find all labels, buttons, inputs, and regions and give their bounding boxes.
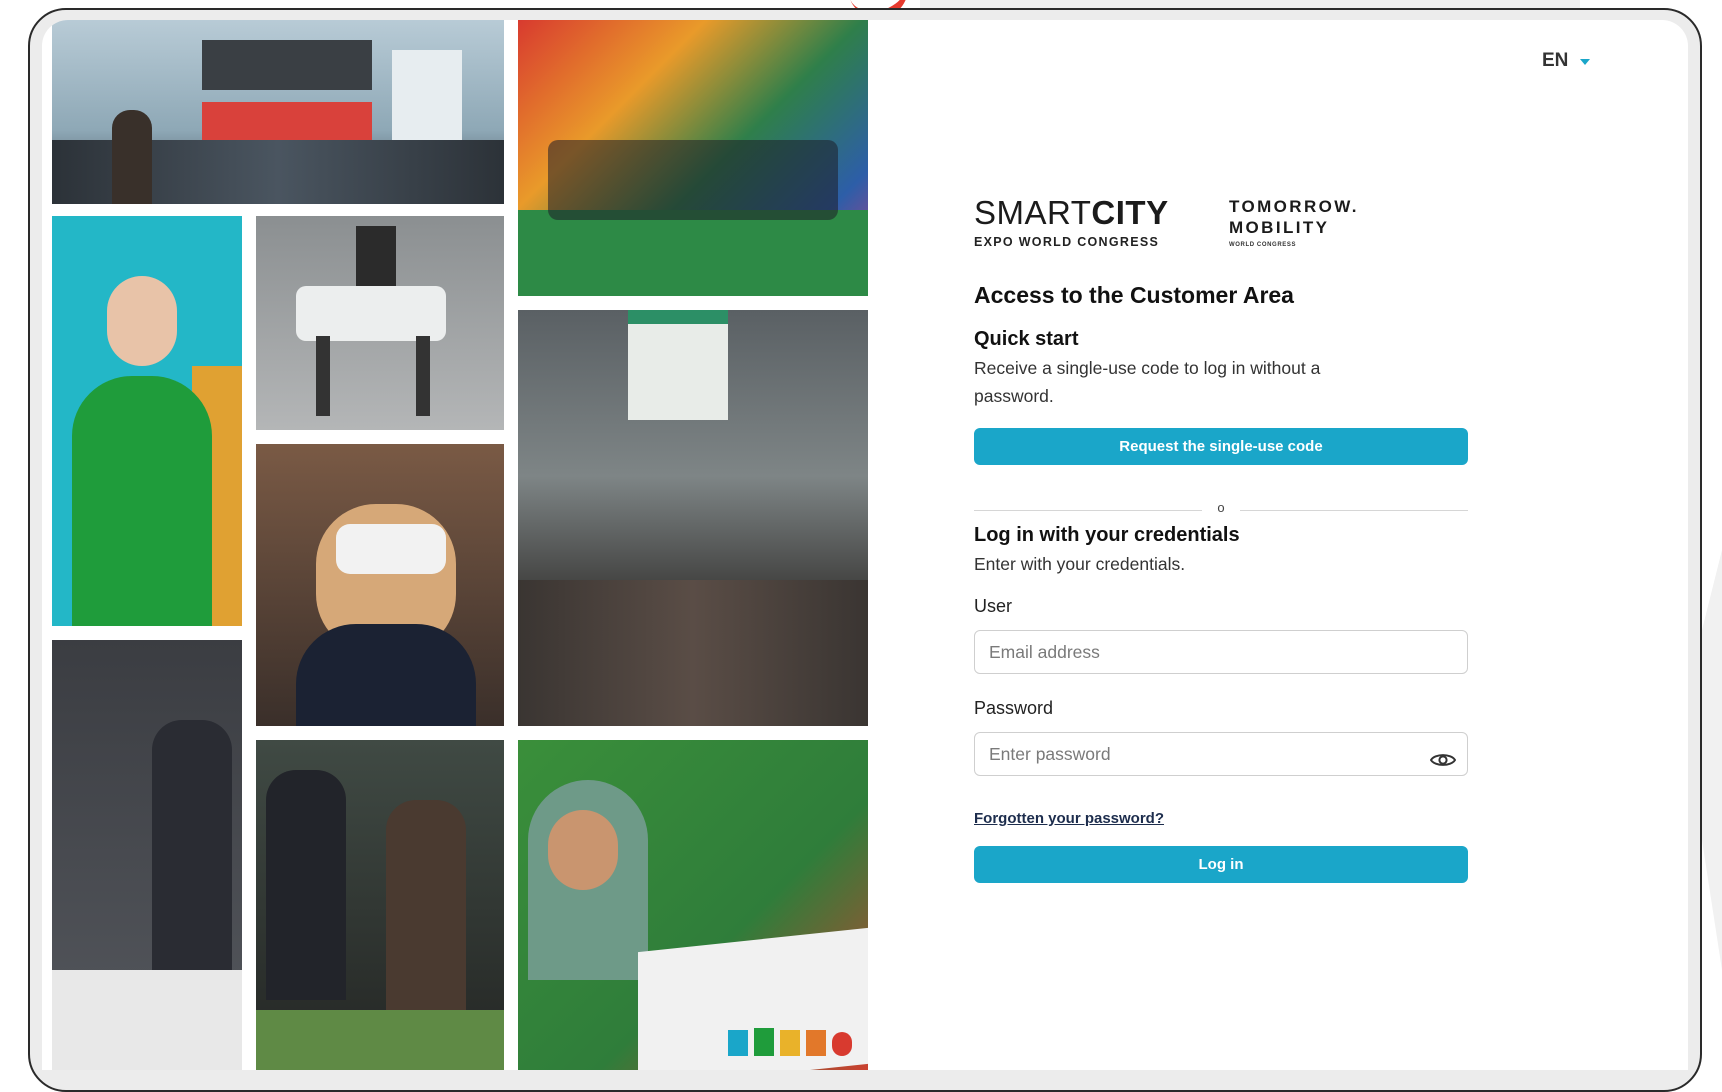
request-code-button[interactable]: Request the single-use code — [974, 428, 1468, 465]
credentials-heading: Log in with your credentials — [974, 524, 1240, 546]
tablet-frame: EN SMARTCITY EXPO WORLD CONGRESS TOMORRO… — [28, 8, 1702, 1092]
forgot-password-link[interactable]: Forgotten your password? — [974, 810, 1164, 827]
smartcity-logo: SMARTCITY EXPO WORLD CONGRESS — [974, 196, 1169, 249]
language-selector[interactable]: EN — [1542, 50, 1591, 72]
smartcity-subtitle: EXPO WORLD CONGRESS — [974, 235, 1160, 249]
user-label: User — [974, 596, 1013, 616]
smartcity-wordmark: SMARTCITY — [974, 194, 1169, 231]
quick-start-heading: Quick start — [974, 328, 1079, 350]
eye-icon[interactable] — [1430, 752, 1456, 768]
password-field[interactable] — [974, 732, 1468, 776]
app-screen: EN SMARTCITY EXPO WORLD CONGRESS TOMORRO… — [42, 20, 1688, 1070]
page-title: Access to the Customer Area — [974, 282, 1294, 308]
email-field[interactable] — [974, 630, 1468, 674]
password-label: Password — [974, 698, 1054, 718]
login-panel: EN SMARTCITY EXPO WORLD CONGRESS TOMORRO… — [42, 20, 1688, 1064]
divider-label: o — [1202, 500, 1240, 515]
chevron-down-icon — [1580, 59, 1591, 65]
tomorrow-mobility-subtitle: WORLD CONGRESS — [1229, 242, 1297, 248]
tomorrow-mobility-logo: TOMORROW. MOBILITY WORLD CONGRESS — [1229, 196, 1359, 248]
quick-start-description: Receive a single-use code to log in with… — [974, 358, 1321, 406]
login-button[interactable]: Log in — [974, 846, 1468, 883]
credentials-description: Enter with your credentials. — [974, 554, 1186, 574]
language-label: EN — [1542, 50, 1569, 71]
mobility-wordmark: MOBILITY — [1229, 218, 1330, 237]
tomorrow-wordmark: TOMORROW. — [1229, 197, 1359, 216]
